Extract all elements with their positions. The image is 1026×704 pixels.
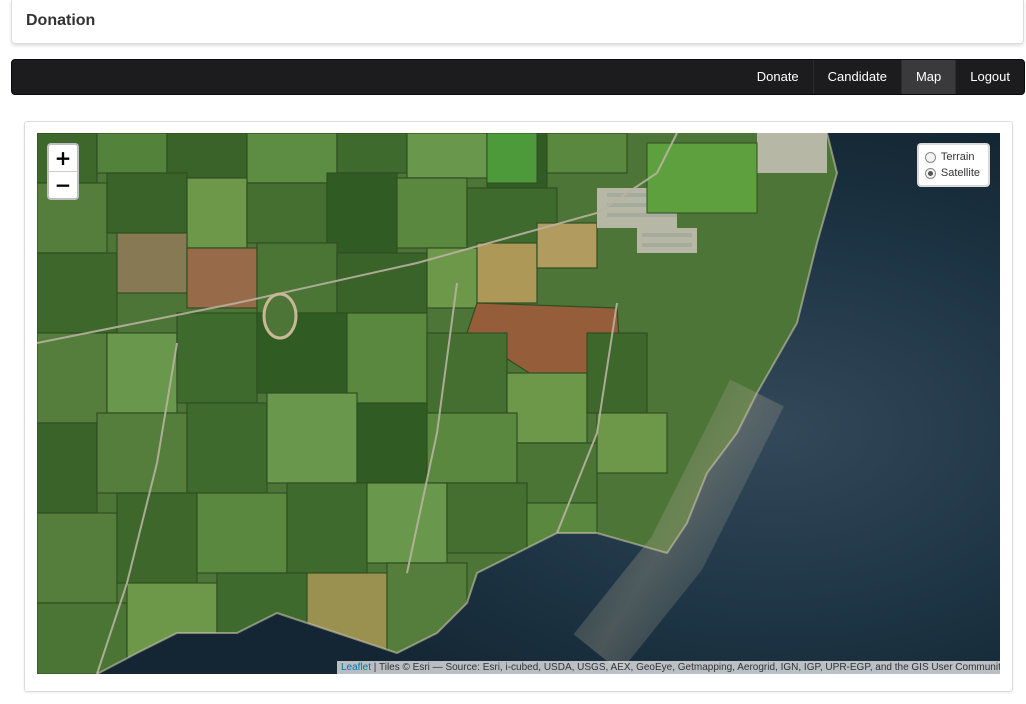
map-attribution: Leaflet | Tiles © Esri — Source: Esri, i… bbox=[337, 661, 1000, 674]
terrain-radio[interactable] bbox=[924, 151, 936, 163]
satellite-map[interactable]: + − Terrain Satellite Leaflet | Tiles © … bbox=[37, 133, 1000, 674]
nav-menu: Donate Candidate Map Logout bbox=[743, 60, 1024, 94]
layer-option-satellite[interactable]: Satellite bbox=[924, 165, 980, 181]
satellite-imagery bbox=[37, 133, 1000, 674]
zoom-in-button[interactable]: + bbox=[49, 145, 77, 171]
map-panel: + − Terrain Satellite Leaflet | Tiles © … bbox=[24, 121, 1013, 692]
zoom-control: + − bbox=[47, 143, 79, 200]
page-title: Donation bbox=[26, 12, 96, 29]
leaflet-link[interactable]: Leaflet bbox=[341, 662, 371, 673]
layer-control: Terrain Satellite bbox=[916, 143, 990, 187]
satellite-label: Satellite bbox=[940, 167, 980, 179]
nav-item-map[interactable]: Map bbox=[900, 60, 956, 94]
attribution-text: | Tiles © Esri — Source: Esri, i-cubed, … bbox=[371, 662, 1000, 673]
nav-item-donate[interactable]: Donate bbox=[743, 60, 813, 94]
layer-option-terrain[interactable]: Terrain bbox=[924, 149, 980, 165]
nav-item-logout[interactable]: Logout bbox=[955, 60, 1024, 94]
navbar: Donate Candidate Map Logout bbox=[11, 59, 1025, 95]
satellite-radio[interactable] bbox=[924, 167, 936, 179]
terrain-label: Terrain bbox=[940, 151, 975, 163]
nav-item-candidate[interactable]: Candidate bbox=[812, 60, 901, 94]
header-panel: Donation bbox=[11, 0, 1024, 44]
zoom-out-button[interactable]: − bbox=[49, 171, 77, 198]
